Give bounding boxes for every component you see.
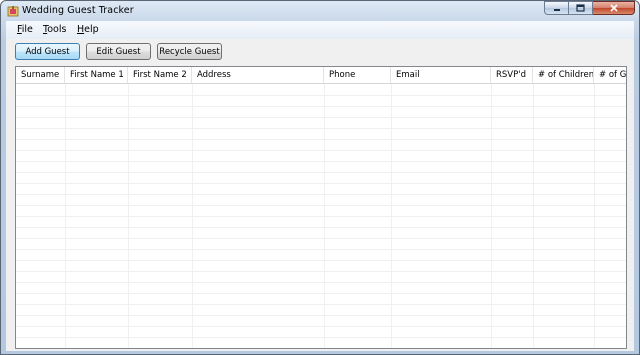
grid-row-divider	[16, 106, 626, 107]
edit-guest-button[interactable]: Edit Guest	[86, 43, 151, 60]
grid-row-divider	[16, 238, 626, 239]
menu-tools-rest: ools	[47, 24, 67, 35]
column-header-email[interactable]: Email	[391, 67, 491, 83]
column-header-rsvpd[interactable]: RSVP'd	[491, 67, 533, 83]
window-controls	[544, 1, 635, 15]
grid-row-divider	[16, 216, 626, 217]
menu-tools[interactable]: Tools	[43, 24, 66, 35]
grid-body[interactable]	[16, 84, 627, 349]
client-area: File Tools Help Add Guest Edit Guest Rec…	[6, 21, 634, 351]
column-header-guests[interactable]: # of Guests	[594, 67, 626, 83]
recycle-guest-button[interactable]: Recycle Guest	[157, 43, 222, 60]
column-header-children[interactable]: # of Children	[533, 67, 594, 83]
grid-row-divider	[16, 205, 626, 206]
grid-row-divider	[16, 117, 626, 118]
menu-file[interactable]: File	[17, 24, 33, 35]
grid-row-divider	[16, 326, 626, 327]
grid-row-divider	[16, 249, 626, 250]
column-header-surname[interactable]: Surname	[16, 67, 65, 83]
menu-help[interactable]: Help	[77, 24, 99, 35]
grid-row-divider	[16, 282, 626, 283]
grid-row-divider	[16, 293, 626, 294]
minimize-button[interactable]	[544, 1, 569, 15]
grid-row-divider	[16, 139, 626, 140]
maximize-button[interactable]	[569, 1, 593, 15]
grid-row-divider	[16, 172, 626, 173]
grid-row-divider	[16, 161, 626, 162]
app-window: Wedding Guest Tracker File Tools Help Ad…	[0, 0, 640, 355]
close-button[interactable]	[593, 1, 635, 15]
guest-grid[interactable]: Surname First Name 1 First Name 2 Addres…	[15, 66, 627, 349]
column-header-first-name-2[interactable]: First Name 2	[128, 67, 192, 83]
grid-row-divider	[16, 337, 626, 338]
grid-row-divider	[16, 95, 626, 96]
add-guest-button[interactable]: Add Guest	[15, 43, 80, 60]
column-header-address[interactable]: Address	[192, 67, 324, 83]
grid-row-divider	[16, 304, 626, 305]
column-header-phone[interactable]: Phone	[324, 67, 391, 83]
window-title: Wedding Guest Tracker	[22, 5, 134, 16]
grid-row-divider	[16, 150, 626, 151]
grid-row-divider	[16, 194, 626, 195]
minimize-icon	[553, 9, 560, 11]
grid-row-divider	[16, 128, 626, 129]
grid-row-divider	[16, 227, 626, 228]
grid-row-divider	[16, 315, 626, 316]
column-header-first-name-1[interactable]: First Name 1	[65, 67, 128, 83]
grid-header: Surname First Name 1 First Name 2 Addres…	[16, 67, 626, 84]
title-bar[interactable]: Wedding Guest Tracker	[1, 1, 639, 21]
menu-file-rest: ile	[21, 24, 33, 35]
close-icon	[609, 4, 618, 12]
maximize-icon	[576, 4, 585, 12]
menu-bar: File Tools Help	[6, 21, 634, 39]
grid-row-divider	[16, 271, 626, 272]
menu-help-rest: elp	[84, 24, 99, 35]
grid-row-divider	[16, 183, 626, 184]
grid-row-divider	[16, 348, 627, 349]
grid-row-divider	[16, 260, 626, 261]
wedding-app-icon	[7, 6, 19, 17]
